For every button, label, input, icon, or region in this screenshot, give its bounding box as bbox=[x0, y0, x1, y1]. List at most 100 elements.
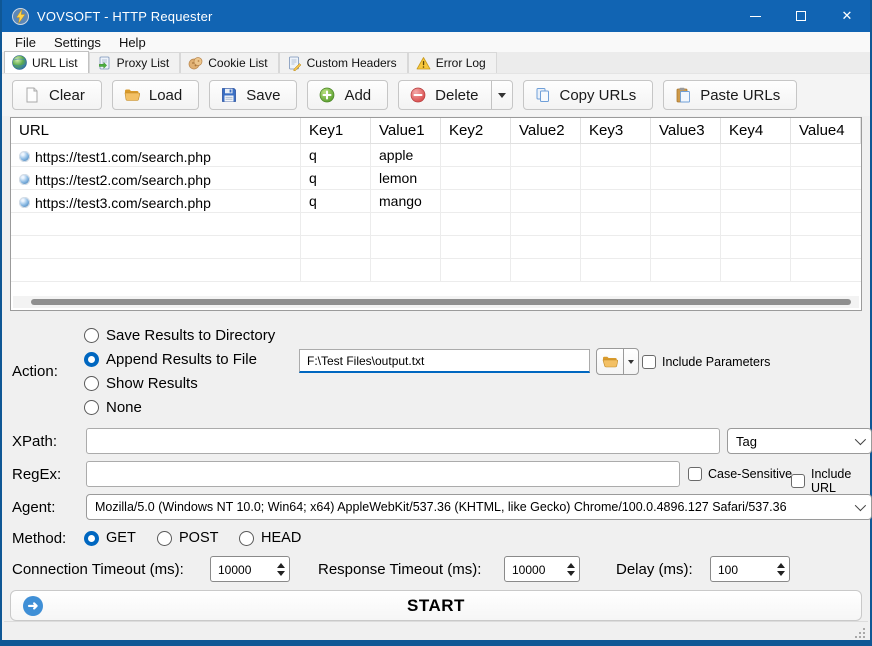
warning-icon bbox=[416, 56, 431, 71]
app-logo-icon bbox=[12, 8, 29, 25]
checkbox-icon bbox=[688, 467, 702, 481]
url-cell: https://test2.com/search.php bbox=[35, 172, 211, 188]
radio-label: Append Results to File bbox=[106, 351, 257, 368]
menu-settings[interactable]: Settings bbox=[45, 33, 110, 52]
add-button[interactable]: Add bbox=[307, 80, 388, 110]
menu-help[interactable]: Help bbox=[110, 33, 155, 52]
tab-url-list[interactable]: URL List bbox=[4, 51, 89, 73]
radio-icon bbox=[84, 328, 99, 343]
connection-timeout-spinner[interactable]: 10000 bbox=[210, 556, 290, 582]
proxy-list-icon bbox=[97, 56, 112, 71]
blank-page-icon bbox=[24, 87, 40, 103]
radio-icon bbox=[84, 376, 99, 391]
delete-button[interactable]: Delete bbox=[399, 81, 490, 109]
table-header-row: URL Key1 Value1 Key2 Value2 Key3 Value3 … bbox=[11, 118, 861, 144]
action-label: Action: bbox=[12, 363, 58, 380]
radio-show-results[interactable]: Show Results bbox=[84, 373, 198, 393]
url-globe-icon bbox=[19, 174, 30, 185]
folder-icon bbox=[124, 87, 140, 103]
save-button[interactable]: Save bbox=[209, 80, 297, 110]
agent-label: Agent: bbox=[12, 499, 55, 516]
tab-custom-headers[interactable]: Custom Headers bbox=[279, 52, 408, 73]
tab-label: Cookie List bbox=[208, 56, 267, 70]
tab-proxy-list[interactable]: Proxy List bbox=[89, 52, 181, 73]
tab-label: Error Log bbox=[436, 56, 486, 70]
custom-headers-icon bbox=[287, 56, 302, 71]
spinner-arrows-icon[interactable] bbox=[563, 557, 579, 581]
url-table: URL Key1 Value1 Key2 Value2 Key3 Value3 … bbox=[10, 117, 862, 311]
load-button[interactable]: Load bbox=[112, 80, 199, 110]
copy-urls-label: Copy URLs bbox=[560, 87, 637, 104]
radio-method-post[interactable]: POST bbox=[157, 528, 218, 548]
maximize-button[interactable] bbox=[778, 0, 824, 32]
response-timeout-spinner[interactable]: 10000 bbox=[504, 556, 580, 582]
browse-folder-button[interactable] bbox=[597, 349, 623, 374]
table-row[interactable]: https://test1.com/search.php q apple bbox=[11, 144, 861, 167]
paste-urls-button[interactable]: Paste URLs bbox=[663, 80, 797, 110]
checkbox-label: Include URL bbox=[811, 467, 868, 495]
globe-icon bbox=[12, 55, 27, 70]
radio-label: GET bbox=[106, 530, 136, 546]
agent-value: Mozilla/5.0 (Windows NT 10.0; Win64; x64… bbox=[95, 500, 787, 514]
tab-label: Proxy List bbox=[117, 56, 170, 70]
add-plus-icon bbox=[319, 87, 335, 103]
column-header-key4[interactable]: Key4 bbox=[721, 118, 791, 143]
column-header-value3[interactable]: Value3 bbox=[651, 118, 721, 143]
save-label: Save bbox=[246, 87, 280, 104]
window-title: VOVSOFT - HTTP Requester bbox=[37, 9, 213, 24]
radio-checked-icon bbox=[84, 352, 99, 367]
copy-urls-button[interactable]: Copy URLs bbox=[523, 80, 654, 110]
window-controls: ✕ bbox=[732, 0, 870, 32]
resize-grip[interactable] bbox=[853, 626, 865, 638]
radio-method-head[interactable]: HEAD bbox=[239, 528, 301, 548]
xpath-mode-select[interactable]: Tag bbox=[727, 428, 872, 454]
value1-cell: mango bbox=[371, 190, 441, 212]
spinner-arrows-icon[interactable] bbox=[273, 557, 289, 581]
column-header-url[interactable]: URL bbox=[11, 118, 301, 143]
empty-row bbox=[11, 236, 861, 259]
scrollbar-thumb[interactable] bbox=[31, 299, 851, 305]
output-file-input[interactable] bbox=[299, 349, 590, 373]
horizontal-scrollbar[interactable] bbox=[13, 296, 859, 308]
checkbox-label: Case-Sensitive bbox=[708, 467, 792, 481]
start-label: START bbox=[11, 596, 861, 616]
case-sensitive-checkbox[interactable]: Case-Sensitive bbox=[688, 467, 792, 481]
radio-append-results-file[interactable]: Append Results to File bbox=[84, 349, 257, 369]
tab-error-log[interactable]: Error Log bbox=[408, 52, 497, 73]
close-icon: ✕ bbox=[842, 8, 853, 24]
menubar: File Settings Help bbox=[2, 32, 870, 52]
radio-save-results-directory[interactable]: Save Results to Directory bbox=[84, 325, 275, 345]
start-button[interactable]: ➜ START bbox=[10, 590, 862, 621]
table-row[interactable]: https://test2.com/search.php q lemon bbox=[11, 167, 861, 190]
minimize-button[interactable] bbox=[732, 0, 778, 32]
connection-timeout-label: Connection Timeout (ms): bbox=[12, 561, 184, 578]
regex-label: RegEx: bbox=[12, 466, 61, 483]
radio-label: POST bbox=[179, 530, 218, 546]
close-button[interactable]: ✕ bbox=[824, 0, 870, 32]
menu-file[interactable]: File bbox=[6, 33, 45, 52]
column-header-value2[interactable]: Value2 bbox=[511, 118, 581, 143]
delete-dropdown-button[interactable] bbox=[491, 81, 512, 109]
include-parameters-checkbox[interactable]: Include Parameters bbox=[642, 355, 770, 369]
column-header-value4[interactable]: Value4 bbox=[791, 118, 861, 143]
delay-spinner[interactable]: 100 bbox=[710, 556, 790, 582]
clear-button[interactable]: Clear bbox=[12, 80, 102, 110]
table-row[interactable]: https://test3.com/search.php q mango bbox=[11, 190, 861, 213]
column-header-value1[interactable]: Value1 bbox=[371, 118, 441, 143]
agent-combobox[interactable]: Mozilla/5.0 (Windows NT 10.0; Win64; x64… bbox=[86, 494, 872, 520]
spinner-arrows-icon[interactable] bbox=[773, 557, 789, 581]
column-header-key2[interactable]: Key2 bbox=[441, 118, 511, 143]
floppy-disk-icon bbox=[221, 87, 237, 103]
include-url-checkbox[interactable]: Include URL bbox=[791, 467, 868, 495]
regex-input[interactable] bbox=[86, 461, 680, 487]
url-globe-icon bbox=[19, 151, 30, 162]
xpath-input[interactable] bbox=[86, 428, 720, 454]
tab-cookie-list[interactable]: Cookie List bbox=[180, 52, 278, 73]
column-header-key1[interactable]: Key1 bbox=[301, 118, 371, 143]
browse-dropdown-button[interactable] bbox=[623, 349, 638, 374]
column-header-key3[interactable]: Key3 bbox=[581, 118, 651, 143]
clear-label: Clear bbox=[49, 87, 85, 104]
caret-down-icon bbox=[628, 360, 634, 364]
radio-none[interactable]: None bbox=[84, 397, 142, 417]
radio-method-get[interactable]: GET bbox=[84, 528, 136, 548]
